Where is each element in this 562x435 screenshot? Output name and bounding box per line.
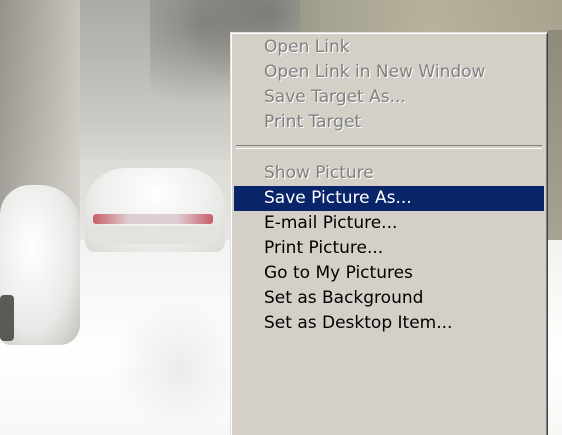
menu-item-email-picture[interactable]: E-mail Picture...: [234, 211, 544, 236]
photo-snowbank-shadow: [0, 295, 14, 341]
menu-item-go-to-my-pictures[interactable]: Go to My Pictures: [234, 261, 544, 286]
context-menu: Open Link Open Link in New Window Save T…: [230, 32, 548, 435]
photo-tire-track: [110, 300, 250, 430]
menu-item-set-as-desktop-item[interactable]: Set as Desktop Item...: [234, 311, 544, 336]
menu-item-open-link-new-window[interactable]: Open Link in New Window: [234, 60, 544, 85]
photo-snowbank-left: [0, 185, 80, 345]
menu-item-save-picture-as[interactable]: Save Picture As...: [234, 186, 544, 211]
menu-item-print-target[interactable]: Print Target: [234, 110, 544, 135]
photo-snow-covered-car: [85, 168, 225, 252]
menu-item-print-picture[interactable]: Print Picture...: [234, 236, 544, 261]
menu-item-set-as-background[interactable]: Set as Background: [234, 286, 544, 311]
menu-item-save-target-as[interactable]: Save Target As...: [234, 85, 544, 110]
menu-item-show-picture[interactable]: Show Picture: [234, 161, 544, 186]
screen: Open Link Open Link in New Window Save T…: [0, 0, 562, 435]
photo-car-bumper: [89, 226, 217, 244]
menu-item-open-link[interactable]: Open Link: [234, 35, 544, 60]
menu-separator: [236, 145, 542, 149]
photo-car-taillights: [93, 214, 213, 224]
